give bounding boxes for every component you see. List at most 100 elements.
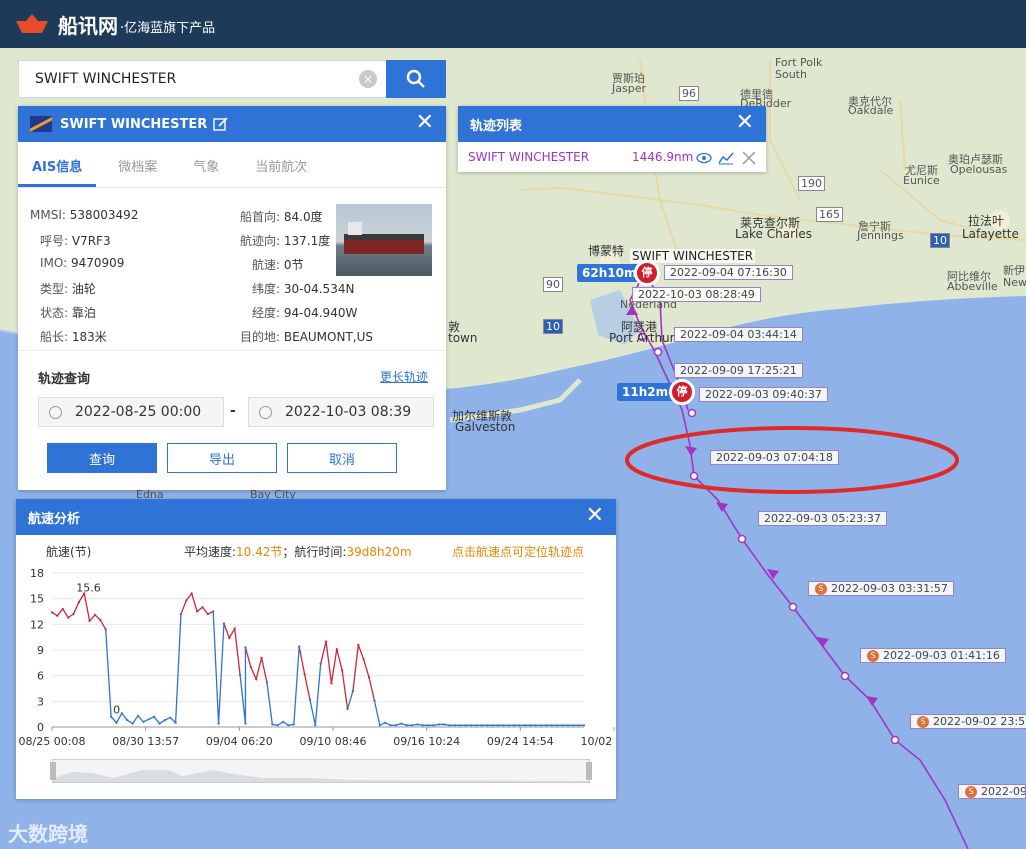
speed-series-line	[244, 647, 268, 683]
callout-text: 2022-09-02 23:55	[933, 715, 1026, 728]
track-time-callout[interactable]: 2022-09-03 05:23:37	[758, 511, 887, 526]
place-label: Opelousas	[950, 163, 1008, 176]
flag-icon	[30, 116, 52, 132]
speed-point	[561, 724, 564, 727]
search-button[interactable]	[386, 60, 446, 98]
ship-info-panel: SWIFT WINCHESTER ✕ AIS信息 微档案 气象 当前航次 MMS…	[18, 106, 446, 350]
field-type: 类型: 油轮	[40, 280, 96, 297]
track-time-callout[interactable]: S 2022-09-02 23:55	[910, 714, 1026, 729]
eye-icon[interactable]	[696, 152, 712, 164]
speed-point	[50, 611, 54, 614]
speed-point	[539, 724, 543, 727]
track-point	[687, 408, 697, 418]
value: 靠泊	[71, 306, 96, 320]
track-time-callout[interactable]: 2022-09-04 07:16:30	[664, 265, 793, 280]
stop-duration-badge[interactable]: 62h10m	[577, 264, 642, 282]
tab-voyage[interactable]: 当前航次	[241, 156, 321, 187]
speed-series-line	[346, 690, 354, 710]
speed-point	[421, 724, 424, 727]
speed-point	[362, 658, 365, 661]
speed-point	[77, 600, 80, 604]
track-time-callout[interactable]: S 2022-09-	[958, 784, 1026, 799]
tab-weather[interactable]: 气象	[179, 156, 233, 187]
clear-icon[interactable]: ×	[359, 70, 377, 88]
speed-point	[265, 681, 269, 684]
speed-point	[120, 712, 123, 715]
search-box: ×	[18, 60, 446, 98]
speed-point	[437, 723, 441, 726]
chart-range-slider[interactable]	[50, 759, 592, 783]
range-slider-right-handle[interactable]	[586, 762, 592, 780]
speed-point	[427, 724, 430, 727]
speed-point	[260, 656, 263, 659]
tab-ais[interactable]: AIS信息	[18, 156, 97, 187]
summary-separator: ；	[282, 545, 295, 559]
value: 30-04.534N	[283, 282, 355, 296]
speed-point	[341, 669, 344, 672]
longer-track-link[interactable]: 更长轨迹	[380, 368, 428, 385]
speed-point	[346, 707, 349, 711]
track-time-callout[interactable]: 2022-09-03 07:04:18	[710, 450, 839, 465]
speed-point	[292, 723, 295, 726]
direction-arrow	[866, 696, 878, 706]
stop-marker-pin[interactable]: 停	[634, 260, 660, 286]
track-time-callout[interactable]: S 2022-09-03 01:41:16	[860, 648, 1006, 663]
speed-point	[206, 612, 209, 616]
speed-point	[72, 612, 75, 616]
track-time-callout[interactable]: 2022-10-03 08:28:49	[632, 287, 761, 302]
speed-point	[566, 724, 569, 727]
ship-photo-hull	[344, 240, 424, 254]
speed-point	[158, 722, 161, 725]
ship-photo[interactable]	[336, 204, 432, 276]
edit-icon[interactable]	[213, 116, 229, 132]
cancel-button[interactable]: 取消	[287, 443, 397, 473]
speed-point	[222, 622, 226, 625]
track-time-callout[interactable]: 2022-09-09 17:25:21	[674, 363, 803, 378]
end-date-input[interactable]: 2022-10-03 08:39	[248, 397, 434, 427]
stop-duration-badge[interactable]: 11h2m	[617, 383, 674, 401]
track-time-callout[interactable]: 2022-09-03 09:40:37	[699, 387, 828, 402]
field-course: 航迹向: 137.1度	[240, 232, 330, 249]
close-icon[interactable]: ✕	[736, 112, 754, 134]
label: 目的地:	[240, 330, 281, 344]
road-badge: 10	[930, 233, 950, 248]
track-time-callout[interactable]: 2022-09-04 03:44:14	[674, 327, 803, 342]
speed-point	[367, 676, 371, 679]
close-icon[interactable]: ✕	[416, 112, 434, 134]
track-list-header: 轨迹列表 ✕	[458, 106, 766, 142]
label: 状态:	[40, 306, 69, 320]
tab-profile[interactable]: 微档案	[104, 156, 171, 187]
speed-point	[249, 666, 252, 669]
track-time-callout[interactable]: S 2022-09-03 03:31:57	[808, 581, 954, 596]
speed-point	[147, 718, 150, 721]
close-icon[interactable]: ✕	[586, 505, 604, 527]
speed-point	[491, 724, 494, 727]
zero-speed-label: 0	[113, 704, 120, 717]
date-range-dash: -	[230, 403, 236, 419]
query-button[interactable]: 查询	[47, 443, 157, 473]
chart-icon[interactable]	[718, 151, 734, 165]
search-input[interactable]	[19, 61, 349, 97]
ship-tabs: AIS信息 微档案 气象 当前航次	[18, 142, 446, 188]
speed-point	[577, 724, 580, 727]
speed-point	[529, 724, 532, 727]
range-slider-left-handle[interactable]	[50, 762, 56, 780]
label: 航迹向:	[240, 234, 281, 248]
value: 84.0度	[283, 210, 323, 224]
site-logo[interactable]: 船讯网	[58, 10, 118, 39]
place-label: Lake Charles	[735, 227, 812, 241]
export-button[interactable]: 导出	[167, 443, 277, 473]
direction-arrow	[685, 446, 697, 456]
speed-point	[217, 722, 220, 725]
track-ship-name[interactable]: SWIFT WINCHESTER	[468, 150, 589, 164]
place-label: Lafayette	[962, 227, 1019, 241]
start-date-value: 2022-08-25 00:00	[75, 404, 202, 420]
remove-icon[interactable]	[742, 151, 756, 165]
start-date-input[interactable]: 2022-08-25 00:00	[38, 397, 224, 427]
ship-name: SWIFT WINCHESTER	[60, 116, 208, 132]
stop-badge-icon: S	[867, 650, 879, 662]
label: 类型:	[40, 282, 69, 296]
speed-point	[496, 724, 500, 727]
stop-marker-pin[interactable]: 停	[669, 379, 695, 405]
speed-point	[448, 724, 451, 727]
